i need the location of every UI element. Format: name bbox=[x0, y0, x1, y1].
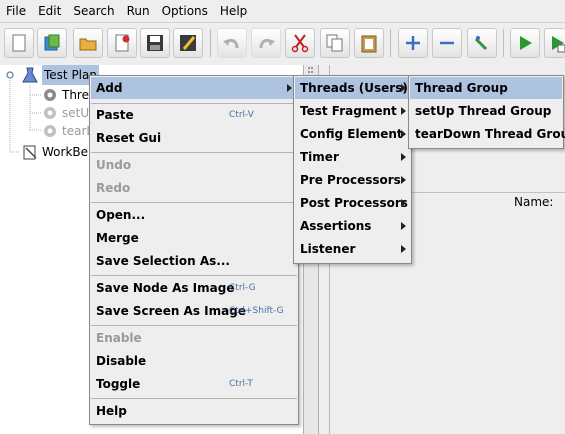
redo-icon bbox=[259, 38, 275, 49]
close-button[interactable] bbox=[107, 28, 137, 58]
start-no-timers-button[interactable] bbox=[544, 28, 565, 58]
menu-item-help[interactable]: Help bbox=[91, 400, 297, 422]
menu-item-save-node-as-image[interactable]: Save Node As Image Ctrl-G bbox=[91, 277, 297, 299]
menu-item-toggle[interactable]: Toggle Ctrl-T bbox=[91, 373, 297, 395]
cut-button[interactable] bbox=[285, 28, 315, 58]
threads-submenu: Thread Group setUp Thread Group tearDown… bbox=[408, 75, 565, 149]
cut-icon bbox=[291, 34, 309, 53]
undo-button[interactable] bbox=[217, 28, 247, 58]
submenu-item-listener[interactable]: Listener bbox=[295, 238, 410, 260]
start-no-timers-icon bbox=[552, 36, 565, 53]
menu-item-undo[interactable]: Undo bbox=[91, 154, 297, 176]
submenu-arrow-icon bbox=[401, 199, 406, 207]
templates-icon bbox=[44, 34, 60, 51]
submenu-item-teardown-thread-group[interactable]: tearDown Thread Group bbox=[410, 123, 565, 145]
menu-item-paste[interactable]: Paste Ctrl-V bbox=[91, 104, 297, 126]
templates-button[interactable] bbox=[37, 28, 67, 58]
collapse-all-button[interactable] bbox=[432, 28, 462, 58]
submenu-item-post-processors[interactable]: Post Processors bbox=[295, 192, 410, 214]
menu-item-redo[interactable]: Redo bbox=[91, 177, 297, 199]
save-icon bbox=[147, 35, 163, 51]
menu-edit[interactable]: Edit bbox=[32, 0, 67, 22]
name-label: Name: bbox=[514, 195, 554, 209]
paste-button[interactable] bbox=[354, 28, 384, 58]
expand-all-button[interactable] bbox=[398, 28, 428, 58]
menu-item-save-screen-as-image[interactable]: Save Screen As Image Ctrl+Shift-G bbox=[91, 300, 297, 322]
submenu-arrow-icon bbox=[401, 176, 406, 184]
redo-button[interactable] bbox=[251, 28, 281, 58]
submenu-arrow-icon bbox=[401, 107, 406, 115]
toggle-button[interactable] bbox=[467, 28, 497, 58]
submenu-item-assertions[interactable]: Assertions bbox=[295, 215, 410, 237]
submenu-arrow-icon bbox=[401, 84, 406, 92]
open-button[interactable] bbox=[73, 28, 103, 58]
submenu-arrow-icon bbox=[401, 245, 406, 253]
submenu-item-pre-processors[interactable]: Pre Processors bbox=[295, 169, 410, 191]
menu-file[interactable]: File bbox=[0, 0, 32, 22]
submenu-item-thread-group[interactable]: Thread Group bbox=[410, 77, 562, 99]
context-menu: Add Paste Ctrl-V Reset Gui Undo Redo Ope… bbox=[89, 75, 299, 425]
menu-item-save-selection-as[interactable]: Save Selection As... bbox=[91, 250, 297, 272]
start-icon bbox=[520, 36, 532, 50]
toolbar bbox=[0, 22, 565, 66]
teardown-thread-group-icon bbox=[44, 125, 56, 137]
save-as-button[interactable] bbox=[173, 28, 203, 58]
add-submenu: Threads (Users) Test Fragment Config Ele… bbox=[293, 75, 412, 264]
close-icon bbox=[115, 34, 130, 52]
paste-icon bbox=[361, 35, 377, 53]
menu-item-disable[interactable]: Disable bbox=[91, 350, 297, 372]
menu-options[interactable]: Options bbox=[156, 0, 214, 22]
menu-item-enable[interactable]: Enable bbox=[91, 327, 297, 349]
collapse-icon bbox=[440, 41, 454, 45]
submenu-arrow-icon bbox=[401, 222, 406, 230]
setup-thread-group-icon bbox=[44, 107, 56, 119]
menu-bar: File Edit Search Run Options Help bbox=[0, 0, 565, 22]
workbench-icon bbox=[23, 145, 37, 160]
save-as-icon bbox=[180, 35, 196, 51]
menu-run[interactable]: Run bbox=[121, 0, 156, 22]
copy-button[interactable] bbox=[320, 28, 350, 58]
new-button[interactable] bbox=[4, 28, 34, 58]
menu-search[interactable]: Search bbox=[67, 0, 120, 22]
save-button[interactable] bbox=[140, 28, 170, 58]
copy-icon bbox=[326, 34, 343, 52]
new-icon bbox=[12, 34, 26, 52]
toggle-icon bbox=[474, 36, 488, 51]
menu-item-open[interactable]: Open... bbox=[91, 204, 297, 226]
submenu-arrow-icon bbox=[401, 153, 406, 161]
open-icon bbox=[79, 38, 97, 51]
menu-help[interactable]: Help bbox=[214, 0, 253, 22]
menu-item-add[interactable]: Add bbox=[91, 77, 297, 99]
submenu-item-timer[interactable]: Timer bbox=[295, 146, 410, 168]
start-button[interactable] bbox=[510, 28, 540, 58]
submenu-arrow-icon bbox=[401, 130, 406, 138]
splitter-grip-icon bbox=[308, 67, 313, 73]
menu-item-merge[interactable]: Merge bbox=[91, 227, 297, 249]
test-plan-icon bbox=[22, 67, 38, 83]
thread-group-icon bbox=[44, 89, 56, 101]
undo-icon bbox=[223, 38, 239, 49]
menu-item-reset-gui[interactable]: Reset Gui bbox=[91, 127, 297, 149]
submenu-arrow-icon bbox=[287, 84, 292, 92]
submenu-item-config-element[interactable]: Config Element bbox=[295, 123, 410, 145]
submenu-item-setup-thread-group[interactable]: setUp Thread Group bbox=[410, 100, 562, 122]
submenu-item-test-fragment[interactable]: Test Fragment bbox=[295, 100, 410, 122]
submenu-item-threads-users[interactable]: Threads (Users) bbox=[295, 77, 410, 99]
expand-icon bbox=[406, 36, 420, 50]
